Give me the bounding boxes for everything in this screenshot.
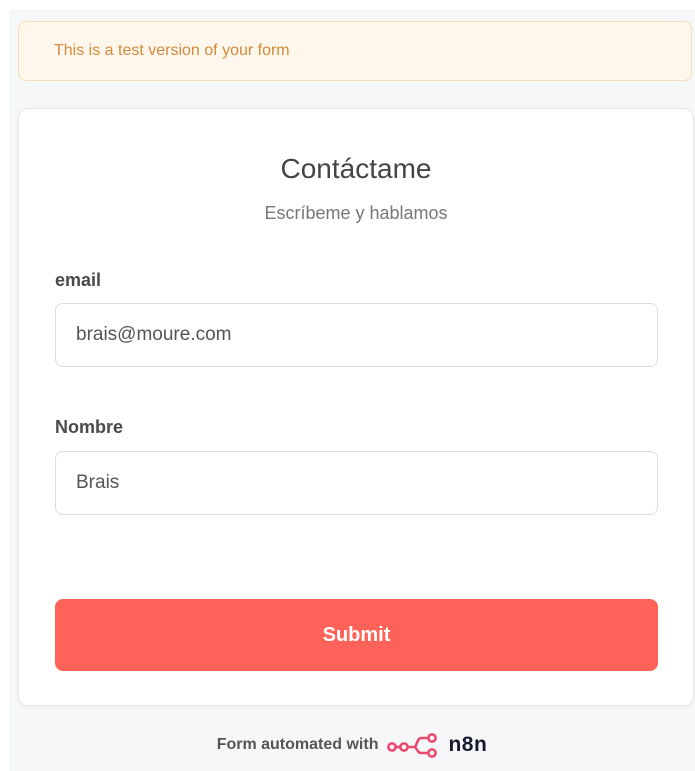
submit-button[interactable]: Submit xyxy=(55,599,658,671)
nombre-field[interactable] xyxy=(55,451,658,515)
email-field[interactable] xyxy=(55,303,658,367)
n8n-logo-icon xyxy=(387,733,438,758)
test-version-banner-text: This is a test version of your form xyxy=(54,42,290,59)
form-card: Contáctame Escríbeme y hablamos email No… xyxy=(18,108,694,706)
nombre-field-label: Nombre xyxy=(55,417,124,437)
form-subtitle: Escríbeme y hablamos xyxy=(264,203,448,223)
n8n-brand-link[interactable]: n8n xyxy=(386,732,487,758)
email-field-label: email xyxy=(55,270,102,290)
test-version-banner: This is a test version of your form xyxy=(18,21,692,81)
footer-text: Form automated with xyxy=(216,736,379,753)
footer: Form automated with n8n xyxy=(9,730,695,760)
n8n-brand-name: n8n xyxy=(448,733,488,756)
form-title: Contáctame xyxy=(280,153,432,184)
